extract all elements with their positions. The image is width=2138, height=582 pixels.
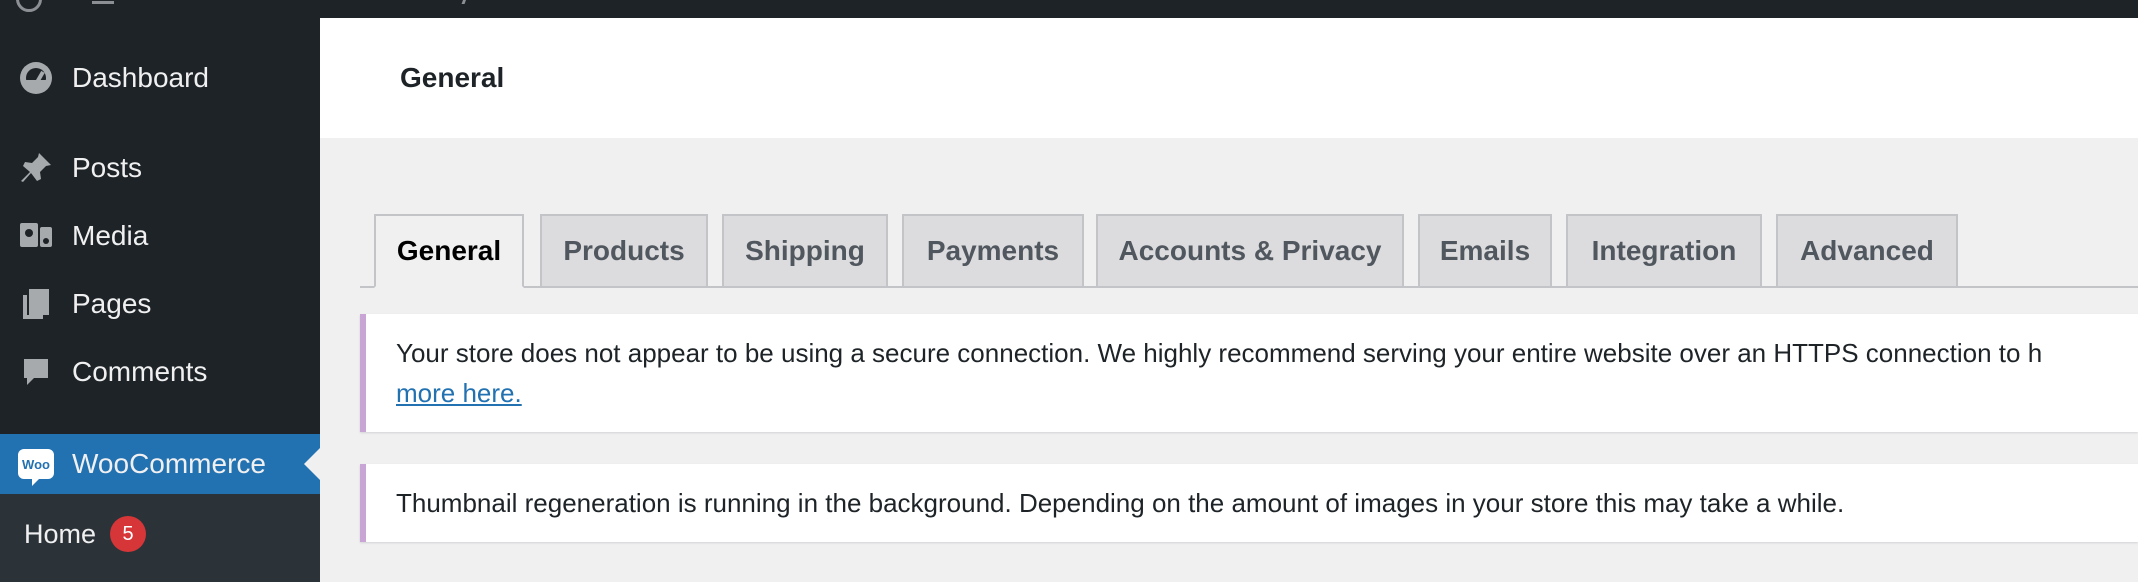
- woocommerce-icon: Woo: [18, 446, 54, 486]
- sidebar-item-label: Dashboard: [72, 62, 209, 93]
- tab-emails[interactable]: Emails: [1418, 214, 1552, 286]
- media-icon: [18, 218, 54, 254]
- notification-badge: 5: [110, 516, 147, 552]
- sidebar-item-label: Pages: [72, 288, 152, 319]
- page-header: General: [320, 18, 2138, 138]
- tab-advanced[interactable]: Advanced: [1776, 214, 1958, 286]
- tab-accounts-privacy[interactable]: Accounts & Privacy: [1096, 214, 1404, 286]
- pages-icon: [18, 286, 54, 322]
- page-title: General: [400, 62, 505, 93]
- thumbnail-regeneration-notice: Thumbnail regeneration is running in the…: [360, 464, 2138, 542]
- site-home-icon[interactable]: [92, 0, 114, 4]
- pushpin-icon: [18, 150, 54, 186]
- tab-payments[interactable]: Payments: [902, 214, 1084, 286]
- tab-general[interactable]: General: [374, 214, 524, 288]
- comment-icon: [18, 354, 54, 390]
- sidebar-item-comments[interactable]: Comments: [0, 342, 320, 402]
- sidebar-item-media[interactable]: Media: [0, 206, 320, 266]
- notice-text: Your store does not appear to be using a…: [396, 338, 2043, 368]
- sidebar-item-posts[interactable]: Posts: [0, 138, 320, 198]
- sidebar-item-label: Media: [72, 220, 149, 251]
- https-warning-notice: Your store does not appear to be using a…: [360, 314, 2138, 432]
- notice-text: Thumbnail regeneration is running in the…: [396, 488, 1845, 518]
- dashboard-icon: [18, 60, 54, 96]
- submenu-item-home[interactable]: Home 5: [24, 516, 147, 552]
- sidebar-item-woocommerce[interactable]: Woo WooCommerce: [0, 434, 320, 494]
- sidebar-item-pages[interactable]: Pages: [0, 274, 320, 334]
- tab-products[interactable]: Products: [540, 214, 708, 286]
- tab-shipping[interactable]: Shipping: [722, 214, 888, 286]
- sidebar-item-label: Posts: [72, 152, 143, 183]
- sidebar-item-label: Comments: [72, 356, 208, 387]
- woocommerce-submenu: Home 5: [0, 494, 320, 582]
- tab-integration[interactable]: Integration: [1566, 214, 1762, 286]
- wordpress-logo-icon[interactable]: [16, 0, 42, 12]
- submenu-item-label: Home: [24, 518, 97, 549]
- learn-more-link[interactable]: more here.: [396, 378, 522, 409]
- sidebar-item-label: WooCommerce: [72, 448, 266, 479]
- sidebar-item-dashboard[interactable]: Dashboard: [0, 48, 320, 108]
- admin-bar: [0, 0, 2138, 18]
- settings-tabs: General Products Shipping Payments Accou…: [360, 214, 2138, 288]
- comment-count-mark: [458, 0, 468, 4]
- admin-sidebar: Dashboard Posts Media Pages Comments Woo…: [0, 18, 320, 582]
